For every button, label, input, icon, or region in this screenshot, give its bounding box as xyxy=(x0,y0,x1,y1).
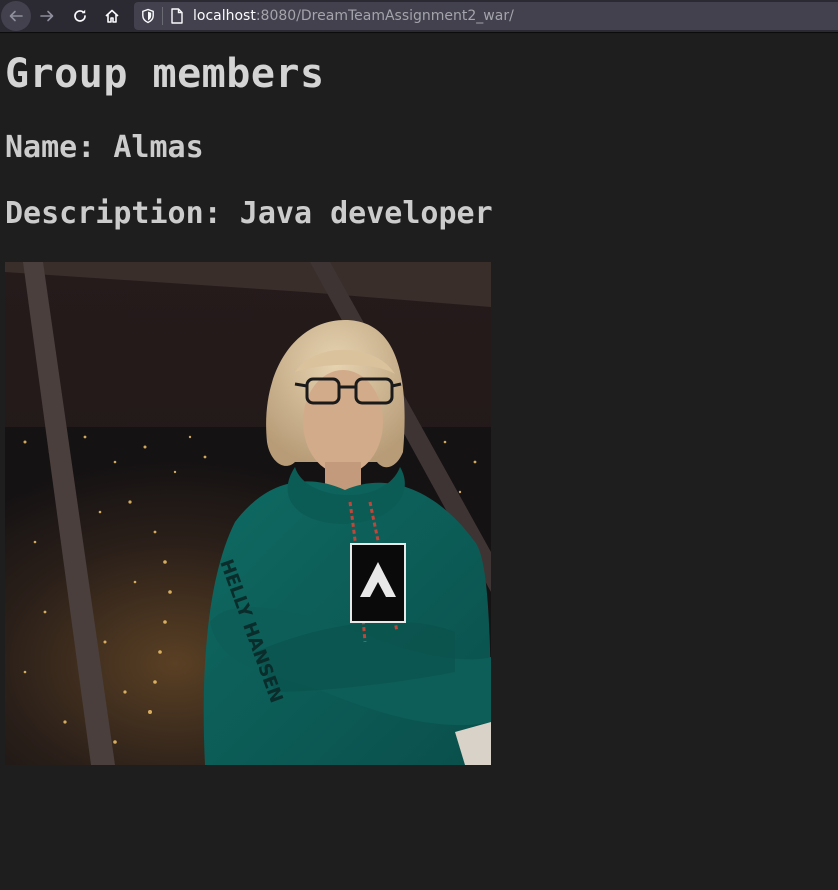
member-name: Name: Almas xyxy=(5,130,204,165)
page-title: Group members xyxy=(5,51,325,97)
address-bar[interactable]: localhost:8080/DreamTeamAssignment2_war/ xyxy=(134,2,838,30)
browser-toolbar: localhost:8080/DreamTeamAssignment2_war/ xyxy=(0,0,838,33)
page-content: Group members Name: Almas Description: J… xyxy=(0,34,838,890)
urlbar-divider xyxy=(162,7,163,25)
member-photo: HELLY HANSEN xyxy=(5,262,491,765)
member-description: Description: Java developer xyxy=(5,196,493,231)
url-path: :8080/DreamTeamAssignment2_war/ xyxy=(255,8,514,24)
forward-button[interactable] xyxy=(32,0,62,32)
home-button[interactable] xyxy=(97,0,127,32)
home-icon xyxy=(105,9,119,23)
back-button[interactable] xyxy=(0,0,32,32)
forward-arrow-icon xyxy=(40,10,54,22)
url-host: localhost xyxy=(193,8,256,24)
url-text[interactable]: localhost:8080/DreamTeamAssignment2_war/ xyxy=(193,7,514,25)
reload-icon xyxy=(74,9,86,22)
shield-icon[interactable] xyxy=(140,8,156,29)
reload-button[interactable] xyxy=(65,0,95,32)
back-arrow-icon xyxy=(9,10,23,22)
page-icon[interactable] xyxy=(169,7,185,30)
